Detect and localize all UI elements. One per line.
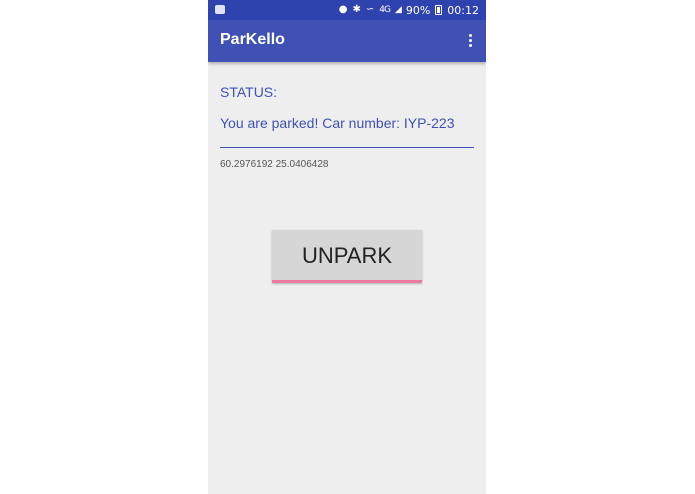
coordinates-text: 60.2976192 25.0406428 [220, 159, 329, 170]
phone-screen: ● ✱ ∽ 4G ◢ 90% 00:12 ParKello STATUS: Yo… [208, 0, 486, 494]
mute-icon: ∽ [365, 4, 375, 15]
status-bar: ● ✱ ∽ 4G ◢ 90% 00:12 [208, 0, 486, 20]
battery-percent: 90% [405, 3, 431, 17]
network-type: 4G [379, 5, 391, 15]
overflow-menu-icon[interactable] [469, 34, 473, 48]
clock: 00:12 [447, 3, 479, 17]
bluetooth-icon: ✱ [352, 4, 361, 15]
app-title: ParKello [220, 31, 285, 48]
parked-message: You are parked! Car number: IYP-223 [220, 115, 455, 131]
notification-icon [215, 5, 225, 14]
status-label: STATUS: [220, 84, 278, 100]
signal-icon: ◢ [394, 5, 402, 15]
app-bar: ParKello [208, 20, 486, 62]
location-pin-icon: ● [338, 4, 348, 15]
battery-icon [435, 5, 443, 15]
parked-status-field: You are parked! Car number: IYP-223 [220, 110, 474, 148]
status-bar-right: ● ✱ ∽ 4G ◢ 90% 00:12 [339, 3, 479, 17]
unpark-button[interactable]: UNPARK [272, 230, 422, 283]
